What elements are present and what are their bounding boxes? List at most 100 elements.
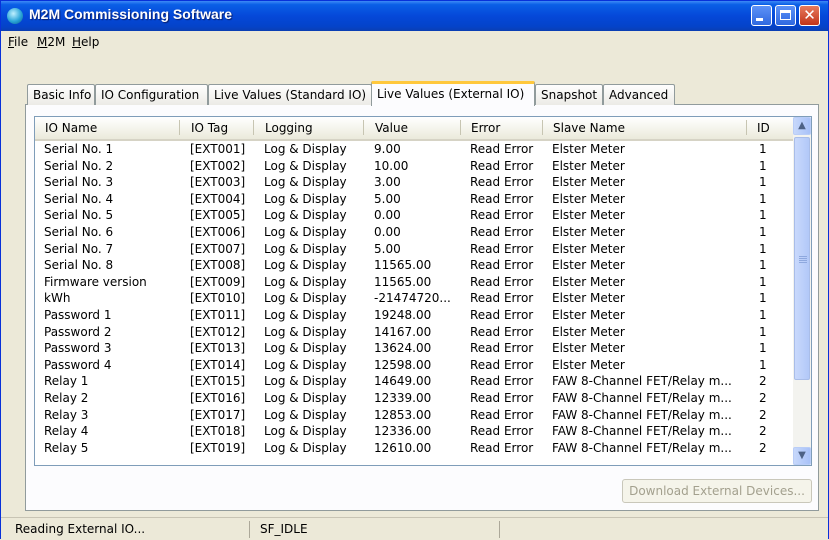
cell-logging: Log & Display: [264, 142, 347, 156]
cell-error: Read Error: [470, 308, 534, 322]
column-header-value[interactable]: Value: [375, 121, 408, 135]
cell-io-tag: [EXT002]: [190, 158, 246, 173]
title-bar[interactable]: M2M Commissioning Software ✕: [1, 1, 828, 31]
column-divider[interactable]: [253, 120, 254, 135]
cell-logging: Log & Display: [264, 308, 347, 322]
column-divider[interactable]: [746, 120, 747, 135]
cell-logging: Log & Display: [264, 158, 347, 173]
column-header-logging[interactable]: Logging: [265, 121, 313, 135]
table-row[interactable]: Serial No. 1 [EXT001] Log & Display 9.00 Rea…: [35, 142, 793, 157]
table-row[interactable]: Password 2 [EXT012] Log & Display 14167.00 R…: [35, 325, 793, 340]
column-divider[interactable]: [460, 120, 461, 135]
column-divider[interactable]: [363, 120, 364, 135]
table-row[interactable]: Firmware version [EXT009] Log & Display 115…: [35, 275, 793, 290]
status-message: Reading External IO...: [15, 522, 146, 536]
cell-error: Read Error: [470, 208, 534, 223]
tab-live-values-external-io[interactable]: Live Values (External IO): [371, 81, 535, 106]
table-row[interactable]: Serial No. 2 [EXT002] Log & Display 10.00 Re…: [35, 159, 793, 174]
download-external-devices-button[interactable]: Download External Devices...: [622, 479, 812, 503]
cell-slave-name: Elster Meter: [552, 208, 625, 223]
tab-live-values-standard-io[interactable]: Live Values (Standard IO): [208, 84, 372, 105]
cell-logging: Log & Display: [264, 241, 347, 256]
column-header-id[interactable]: ID: [757, 121, 770, 135]
cell-id: 1: [759, 142, 767, 156]
column-divider[interactable]: [542, 120, 543, 135]
cell-value: 12853.00: [374, 407, 432, 422]
tab-basic-info[interactable]: Basic Info: [27, 84, 95, 105]
cell-logging: Log & Display: [264, 391, 347, 405]
cell-error: Read Error: [470, 291, 534, 306]
cell-io-name: Relay 5: [44, 440, 89, 455]
table-row[interactable]: Serial No. 4 [EXT004] Log & Display 5.00 Rea…: [35, 192, 793, 207]
cell-id: 1: [759, 291, 767, 306]
menu-help[interactable]: Help: [72, 35, 99, 49]
table-row[interactable]: Relay 5 [EXT019] Log & Display 12610.00 Read…: [35, 441, 793, 456]
cell-value: 13624.00: [374, 341, 432, 356]
scrollbar-thumb[interactable]: [794, 137, 810, 380]
cell-io-name: Relay 4: [44, 424, 89, 439]
table-row[interactable]: Password 1 [EXT011] Log & Display 19248.00 R…: [35, 308, 793, 323]
cell-value: 5.00: [374, 191, 401, 206]
vertical-scrollbar[interactable]: ▲ ▼: [793, 117, 811, 465]
cell-io-name: Serial No. 7: [44, 241, 114, 256]
column-header-slave-name[interactable]: Slave Name: [553, 121, 625, 135]
table-row[interactable]: Serial No. 7 [EXT007] Log & Display 5.00 Rea…: [35, 242, 793, 257]
cell-error: Read Error: [470, 391, 534, 405]
cell-error: Read Error: [470, 324, 534, 339]
column-header-io-name[interactable]: IO Name: [45, 121, 97, 135]
external-io-list[interactable]: IO Name IO Tag Logging Value Error Slave…: [34, 116, 812, 466]
table-row[interactable]: Relay 4 [EXT018] Log & Display 12336.00 Read…: [35, 424, 793, 439]
cell-error: Read Error: [470, 191, 534, 206]
table-row[interactable]: Serial No. 3 [EXT003] Log & Display 3.00 Rea…: [35, 175, 793, 190]
table-row[interactable]: Relay 2 [EXT016] Log & Display 12339.00 Read…: [35, 391, 793, 406]
cell-slave-name: Elster Meter: [552, 225, 625, 239]
close-button[interactable]: ✕: [799, 5, 820, 26]
cell-id: 2: [759, 391, 767, 405]
cell-error: Read Error: [470, 158, 534, 173]
table-row[interactable]: Password 4 [EXT014] Log & Display 12598.00 R…: [35, 358, 793, 373]
scroll-up-button[interactable]: ▲: [793, 117, 811, 135]
tab-io-configuration[interactable]: IO Configuration: [95, 84, 208, 105]
cell-slave-name: Elster Meter: [552, 175, 625, 190]
cell-id: 1: [759, 158, 767, 173]
column-header-io-tag[interactable]: IO Tag: [191, 121, 228, 135]
cell-logging: Log & Display: [264, 191, 347, 206]
thumb-grip: [799, 256, 807, 257]
cell-slave-name: Elster Meter: [552, 357, 625, 372]
table-row[interactable]: Relay 1 [EXT015] Log & Display 14649.00 Read…: [35, 374, 793, 389]
tab-snapshot[interactable]: Snapshot: [535, 84, 603, 105]
cell-id: 2: [759, 440, 767, 455]
cell-io-name: Relay 1: [44, 374, 89, 389]
table-row[interactable]: Relay 3 [EXT017] Log & Display 12853.00 Read…: [35, 408, 793, 423]
cell-error: Read Error: [470, 424, 534, 439]
menu-m2m[interactable]: M2M: [37, 35, 65, 49]
cell-io-tag: [EXT017]: [190, 407, 246, 422]
cell-io-tag: [EXT001]: [190, 142, 246, 156]
status-state: SF_IDLE: [249, 521, 499, 538]
column-divider[interactable]: [179, 120, 180, 135]
table-row[interactable]: Serial No. 5 [EXT005] Log & Display 0.00 Rea…: [35, 208, 793, 223]
menu-file[interactable]: File: [8, 35, 28, 49]
cell-slave-name: FAW 8-Channel FET/Relay m...: [552, 407, 732, 422]
scroll-down-button[interactable]: ▼: [793, 447, 811, 465]
cell-slave-name: Elster Meter: [552, 324, 625, 339]
cell-io-tag: [EXT014]: [190, 357, 246, 372]
cell-value: 19248.00: [374, 308, 432, 322]
cell-value: 12610.00: [374, 440, 432, 455]
tab-advanced[interactable]: Advanced: [603, 84, 675, 105]
minimize-icon: [756, 18, 763, 21]
table-row[interactable]: Serial No. 6 [EXT006] Log & Display 0.00 Rea…: [35, 225, 793, 240]
column-header-error[interactable]: Error: [471, 121, 500, 135]
maximize-button[interactable]: [775, 5, 796, 26]
table-row[interactable]: Serial No. 8 [EXT008] Log & Display 11565.0…: [35, 258, 793, 273]
cell-id: 1: [759, 225, 767, 239]
cell-io-name: Serial No. 8: [44, 258, 114, 273]
minimize-button[interactable]: [751, 5, 772, 26]
cell-id: 2: [759, 424, 767, 439]
cell-io-name: Relay 2: [44, 391, 89, 405]
table-row[interactable]: kWh [EXT010] Log & Display -21474720... Read…: [35, 291, 793, 306]
menu-bar: File M2M Help: [1, 31, 828, 53]
cell-slave-name: FAW 8-Channel FET/Relay m...: [552, 374, 732, 389]
table-row[interactable]: Password 3 [EXT013] Log & Display 13624.00 R…: [35, 341, 793, 356]
cell-logging: Log & Display: [264, 407, 347, 422]
